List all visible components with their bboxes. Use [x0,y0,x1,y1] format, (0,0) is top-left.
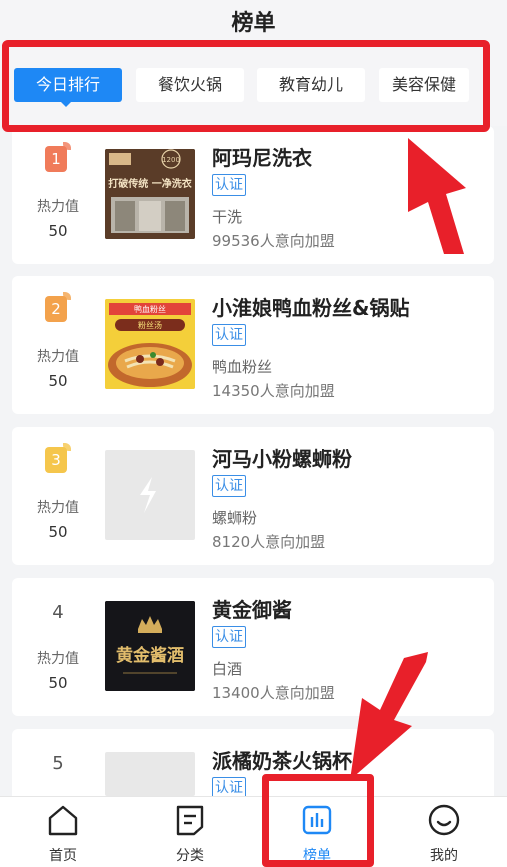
join-intent-count: 99536人意向加盟 [212,232,335,250]
home-icon [48,805,78,836]
store-name: 派橘奶茶火锅杯 [212,749,352,773]
rank-badge: 2 [45,292,71,322]
placeholder-image-icon [105,752,195,796]
chart-icon [302,805,332,835]
store-thumbnail: 黄金酱酒 [105,601,195,691]
tab-today-ranking[interactable]: 今日排行 [14,68,122,102]
heat-value: 50 [48,523,68,541]
nav-category[interactable]: 分类 [127,797,253,867]
heat-value: 50 [48,674,68,692]
join-intent-count: 14350人意向加盟 [212,382,335,400]
rank-number: 4 [52,602,64,623]
rank-badge: 3 [45,443,71,473]
thumb-text: 黄金酱酒 [116,645,184,666]
tab-catering-hotpot[interactable]: 餐饮火锅 [136,68,244,102]
store-thumbnail: 鸭血粉丝 粉丝汤 [105,299,195,389]
nav-profile[interactable]: 我的 [381,797,507,867]
store-category: 螺蛳粉 [212,509,258,527]
store-name: 阿玛尼洗衣 [212,146,312,170]
certified-badge: 认证 [212,174,246,196]
thumb-text: 打破传统 一净洗衣 [108,177,191,190]
rank-number: 5 [52,753,64,774]
store-category: 白酒 [212,660,243,678]
store-name: 小淮娘鸭血粉丝&锅贴 [212,296,410,320]
header: 榜单 [0,0,507,48]
join-intent-count: 13400人意向加盟 [212,684,335,702]
certified-badge: 认证 [212,324,246,346]
heat-label: 热力值 [37,500,79,516]
heat-label: 热力值 [37,651,79,667]
nav-home-label: 首页 [49,848,77,864]
heat-label: 热力值 [37,199,79,215]
list-item[interactable]: 2 热力值 50 鸭血粉丝 粉丝汤 小淮娘鸭血粉丝&锅贴 认证 鸭血粉丝 143… [12,276,494,414]
list-item[interactable]: 4 热力值 50 黄金酱酒 黄金御酱 认证 白酒 13400人意向加盟 [12,578,494,716]
nav-ranking-label: 榜单 [303,848,331,864]
join-intent-count: 8120人意向加盟 [212,533,326,551]
nav-category-label: 分类 [176,848,204,864]
certified-badge: 认证 [212,475,246,497]
page-title: 榜单 [231,11,276,36]
bottom-navigation: 首页 分类 榜单 我的 [0,796,507,867]
list-item[interactable]: 1 热力值 50 1200 打破传统 一净洗衣 阿玛尼洗衣 认证 干洗 9953… [12,126,494,264]
nav-ranking[interactable]: 榜单 [254,797,380,867]
tab-beauty-health[interactable]: 美容保健 [379,68,469,102]
tab-education-kids[interactable]: 教育幼儿 [257,68,365,102]
heat-label: 热力值 [37,349,79,365]
store-category: 鸭血粉丝 [212,358,273,376]
thumb-sub-text: 粉丝汤 [138,320,162,330]
active-tab-pointer [60,101,72,107]
heat-value: 50 [48,372,68,390]
thumb-text: 鸭血粉丝 [134,304,166,314]
list-item[interactable]: 3 热力值 50 河马小粉螺蛳粉 认证 螺蛳粉 8120人意向加盟 [12,427,494,565]
nav-home[interactable]: 首页 [0,797,126,867]
category-icon [176,805,204,836]
nav-profile-label: 我的 [430,848,458,864]
rank-badge: 1 [45,142,71,172]
category-tabs: 今日排行 餐饮火锅 教育幼儿 美容保健 [0,48,507,126]
store-name: 黄金御酱 [212,598,292,622]
placeholder-image-icon [105,450,195,540]
profile-icon [428,804,460,836]
heat-value: 50 [48,222,68,240]
store-thumbnail: 1200 打破传统 一净洗衣 [105,149,195,239]
thumb-sub-text: 1200 [162,156,180,164]
certified-badge: 认证 [212,626,246,648]
store-category: 干洗 [212,208,243,226]
store-name: 河马小粉螺蛳粉 [212,447,352,471]
